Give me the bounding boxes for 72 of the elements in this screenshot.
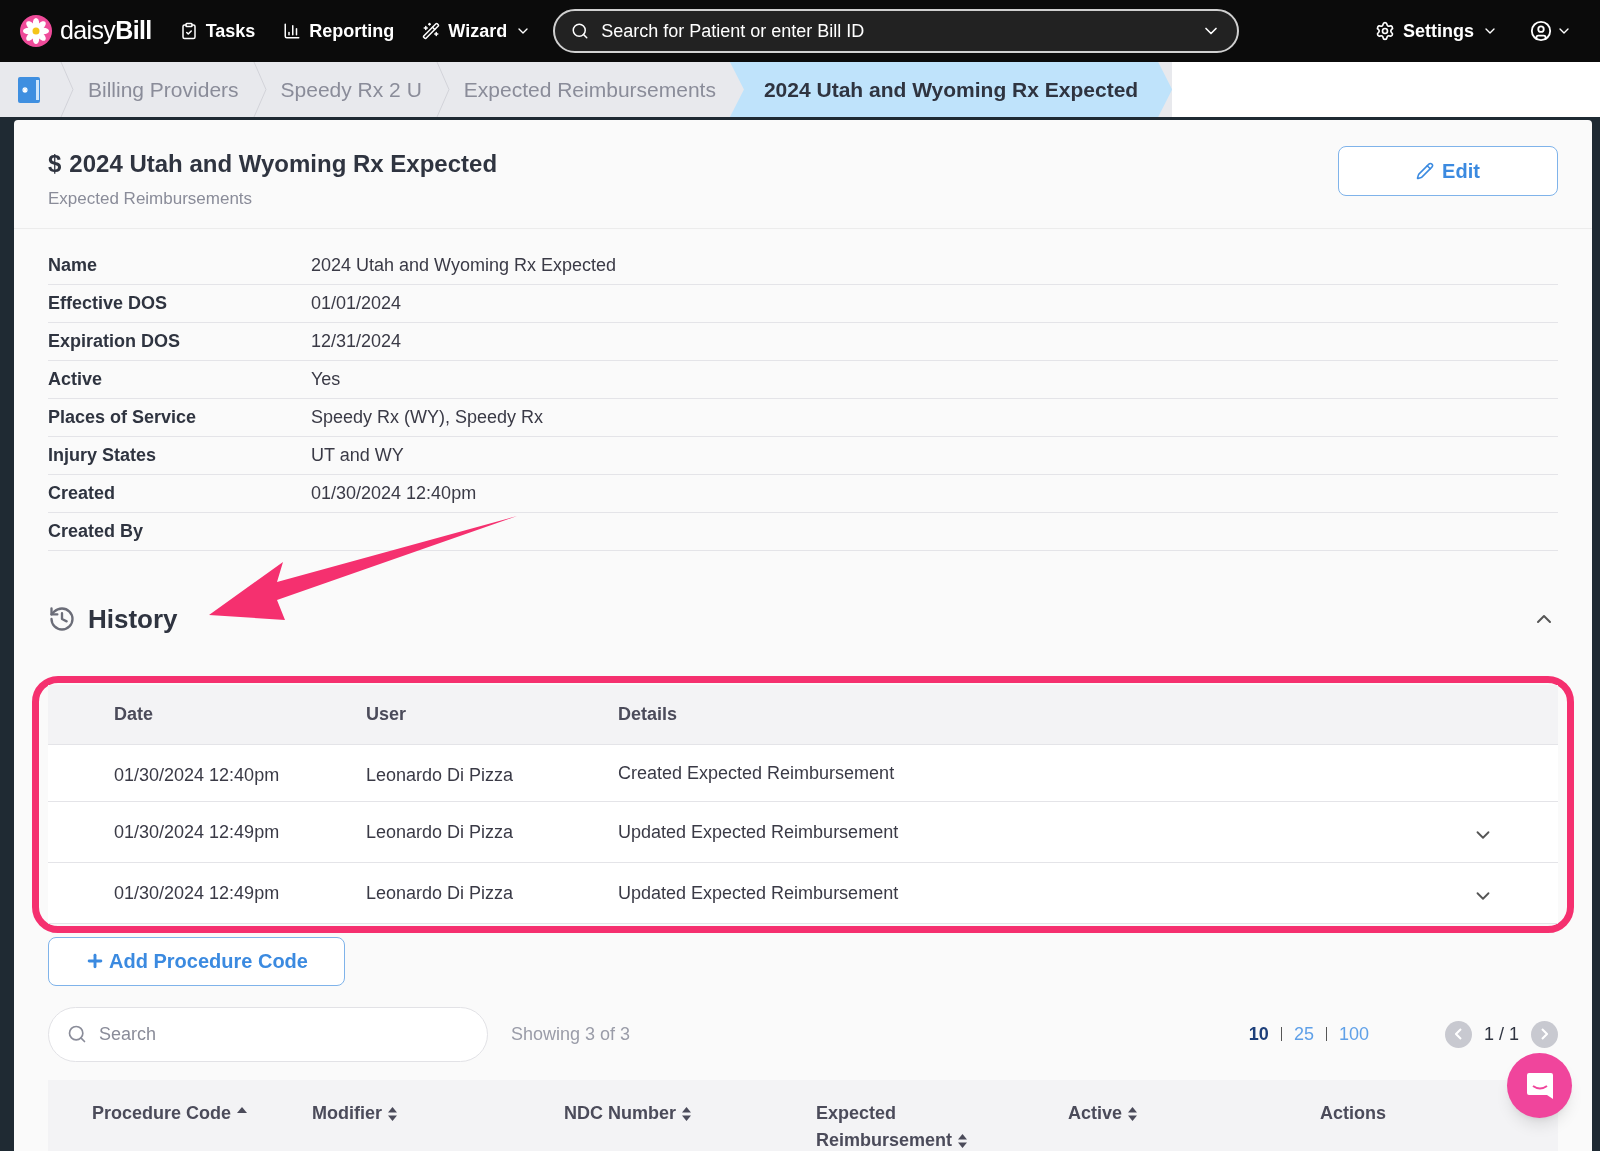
table-cell-text: Created Expected Reimbursement xyxy=(618,762,896,785)
detail-label: Active xyxy=(48,367,104,391)
table-cell-text: 01/30/2024 12:49pm xyxy=(114,820,281,844)
column-header[interactable]: Expected Reimbursement xyxy=(816,1099,976,1151)
detail-value: 12/31/2024 xyxy=(311,329,402,353)
page-subtitle: Expected Reimbursements xyxy=(48,188,254,210)
table-cell-text: Leonardo Di Pizza xyxy=(366,820,515,844)
dollar-symbol: $ xyxy=(48,149,62,179)
nav-menu-item[interactable]: Wizard xyxy=(422,17,532,45)
detail-label: Created xyxy=(48,481,117,505)
detail-value: 01/30/2024 12:40pm xyxy=(311,481,477,505)
history-icon xyxy=(48,605,76,633)
column-header[interactable]: Active xyxy=(1068,1099,1139,1127)
breadcrumb-separator xyxy=(435,62,450,117)
detail-label: Expiration DOS xyxy=(48,329,182,353)
table-cell-text: Leonardo Di Pizza xyxy=(366,763,515,787)
address-book-icon xyxy=(17,75,43,104)
search-icon xyxy=(571,22,590,40)
patient-search-field[interactable]: Search for Patient or enter Bill ID xyxy=(553,9,1240,53)
table-cell-text: Updated Expected Reimbursement xyxy=(618,882,900,905)
column-header[interactable]: NDC Number xyxy=(564,1099,693,1127)
edit-button[interactable]: Edit xyxy=(1338,146,1558,196)
nav-menu-item[interactable]: Tasks xyxy=(179,17,256,45)
sort-icon xyxy=(957,1132,969,1149)
sort-icon xyxy=(387,1105,398,1122)
column-header: Actions xyxy=(1320,1101,1387,1125)
settings-icon xyxy=(1375,21,1395,41)
chat-bubble-icon xyxy=(1524,1070,1555,1101)
detail-value: 01/01/2024 xyxy=(311,291,402,315)
bar-chart-icon xyxy=(283,22,302,40)
clipboard-icon xyxy=(179,22,198,40)
results-count: Showing 3 of 3 xyxy=(511,1022,631,1046)
page-indicator: 1 / 1 xyxy=(1483,1022,1519,1046)
detail-label: Name xyxy=(48,253,99,277)
detail-label: Places of Service xyxy=(48,405,198,429)
sort-icon xyxy=(1127,1105,1139,1122)
sort-ascending-icon xyxy=(236,1105,249,1114)
chevron-left-icon xyxy=(1454,1028,1462,1040)
sort-icon xyxy=(681,1105,693,1122)
detail-value: Speedy Rx (WY), Speedy Rx xyxy=(311,405,544,429)
settings-menu[interactable]: Settings xyxy=(1375,17,1498,45)
table-cell-text: 01/30/2024 12:49pm xyxy=(114,881,281,905)
column-header[interactable]: Procedure Code xyxy=(92,1099,249,1127)
flower-logo-icon xyxy=(20,15,52,47)
table-search-field[interactable]: Search xyxy=(48,1006,488,1062)
breadcrumb-separator xyxy=(60,62,74,117)
table-cell-text: 01/30/2024 12:40pm xyxy=(114,763,281,787)
detail-value: Yes xyxy=(311,367,341,391)
user-avatar-icon xyxy=(1530,20,1552,42)
breadcrumb-item[interactable]: 2024 Utah and Wyoming Rx Expected xyxy=(729,62,1173,117)
page-size-option[interactable]: 10 xyxy=(1248,1020,1269,1048)
section-title: History xyxy=(88,602,178,636)
detail-value: 2024 Utah and Wyoming Rx Expected xyxy=(311,253,616,277)
chevron-right-icon xyxy=(1541,1028,1548,1040)
column-header: Date xyxy=(114,702,154,726)
app-logo-text: daisyBill xyxy=(60,15,152,47)
column-header: Details xyxy=(618,702,678,726)
add-procedure-code-button[interactable]: Add Procedure Code xyxy=(48,936,345,986)
detail-label: Injury States xyxy=(48,443,158,467)
page-title: 2024 Utah and Wyoming Rx Expected xyxy=(69,149,498,179)
table-cell-text: Leonardo Di Pizza xyxy=(366,881,515,905)
column-header: User xyxy=(366,702,408,726)
table-cell-text: Updated Expected Reimbursement xyxy=(618,821,900,844)
column-header[interactable]: Modifier xyxy=(312,1099,398,1127)
search-icon xyxy=(67,1023,87,1044)
magic-wand-icon xyxy=(422,22,441,40)
nav-menu-item[interactable]: Reporting xyxy=(283,17,395,45)
detail-value: UT and WY xyxy=(311,443,404,467)
breadcrumb-separator xyxy=(252,62,267,117)
detail-label: Created By xyxy=(48,519,145,543)
detail-label: Effective DOS xyxy=(48,291,169,315)
edit-icon xyxy=(1416,162,1435,180)
